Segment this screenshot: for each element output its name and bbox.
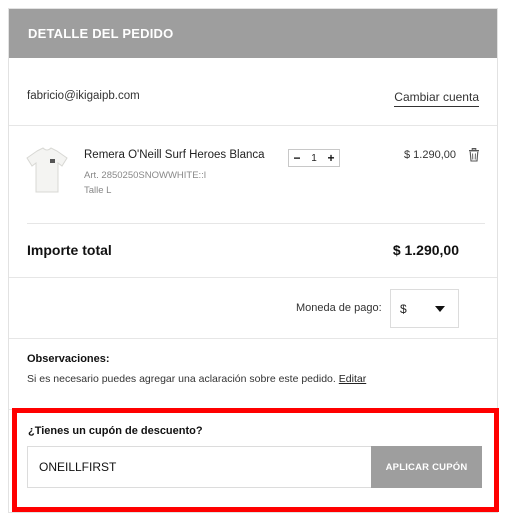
decrease-quantity-button[interactable]: −	[289, 150, 305, 166]
quantity-stepper: − 1 +	[288, 149, 340, 167]
account-row: fabricio@ikigaipb.com Cambiar cuenta	[9, 58, 497, 126]
account-email: fabricio@ikigaipb.com	[27, 90, 140, 102]
coupon-title: ¿Tienes un cupón de descuento?	[28, 425, 203, 437]
change-account-link[interactable]: Cambiar cuenta	[394, 90, 479, 107]
product-size: Talle L	[84, 185, 112, 196]
trash-icon[interactable]	[468, 148, 480, 162]
quantity-value[interactable]: 1	[305, 153, 323, 164]
product-row: Remera O'Neill Surf Heroes Blanca Art. 2…	[9, 127, 497, 223]
total-row: Importe total $ 1.290,00	[9, 224, 497, 278]
apply-coupon-button[interactable]: APLICAR CUPÓN	[371, 446, 482, 488]
total-value: $ 1.290,00	[392, 242, 459, 258]
notes-edit-link[interactable]: Editar	[339, 373, 366, 385]
currency-selected-value: $	[400, 302, 407, 316]
total-label: Importe total	[27, 242, 112, 258]
white-tshirt-icon	[26, 147, 68, 193]
notes-title: Observaciones:	[27, 353, 110, 365]
increase-quantity-button[interactable]: +	[323, 150, 339, 166]
product-name[interactable]: Remera O'Neill Surf Heroes Blanca	[84, 149, 265, 161]
currency-label: Moneda de pago:	[296, 302, 382, 314]
coupon-input[interactable]	[27, 446, 372, 488]
chevron-down-icon	[435, 306, 445, 312]
panel-header: DETALLE DEL PEDIDO	[9, 9, 497, 58]
notes-description: Si es necesario puedes agregar una aclar…	[27, 373, 366, 385]
notes-section: Observaciones: Si es necesario puedes ag…	[9, 340, 497, 410]
product-price: $ 1.290,00	[404, 149, 456, 161]
currency-select[interactable]: $	[390, 289, 459, 328]
coupon-section: ¿Tienes un cupón de descuento? APLICAR C…	[12, 408, 499, 512]
notes-text: Si es necesario puedes agregar una aclar…	[27, 373, 336, 385]
product-article: Art. 2850250SNOWWHITE::l	[84, 170, 206, 181]
currency-row: Moneda de pago: $	[9, 279, 497, 339]
